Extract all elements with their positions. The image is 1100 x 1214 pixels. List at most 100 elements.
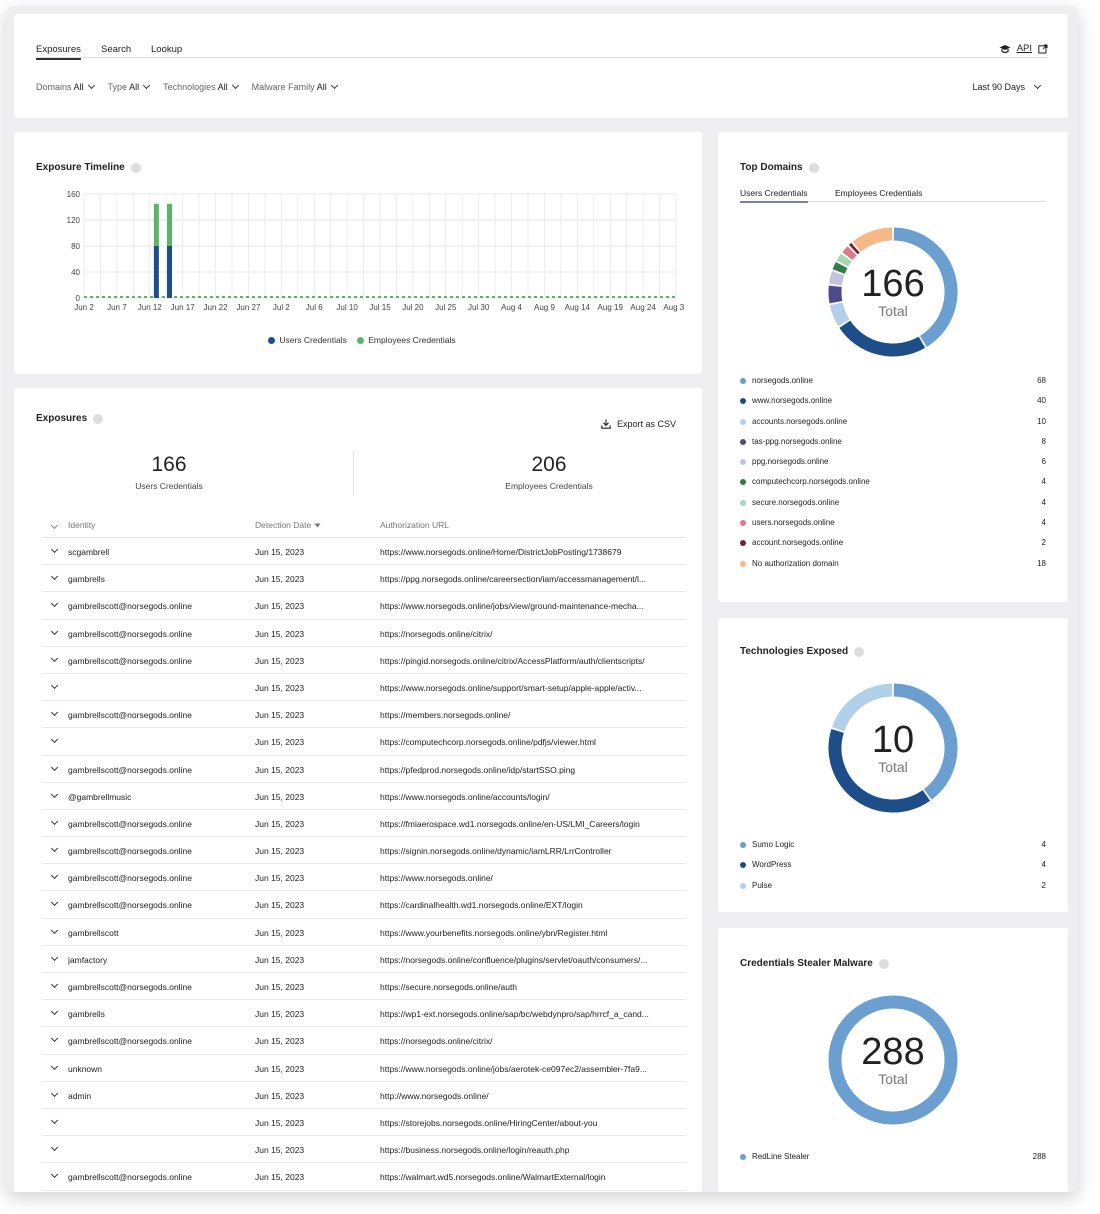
donut-slice[interactable] bbox=[828, 285, 843, 304]
expand-all-chevron-icon[interactable] bbox=[50, 521, 59, 530]
cell-authorization-url[interactable]: https://www.norsegods.online/accounts/lo… bbox=[380, 792, 686, 802]
table-row[interactable]: gambrells Jun 15, 2023 https://wp1-ext.nor… bbox=[42, 1000, 686, 1028]
donut-slice[interactable] bbox=[829, 271, 845, 286]
expand-row-chevron-icon[interactable] bbox=[50, 953, 59, 961]
legend-item[interactable]: tas-ppg.norsegods.online 8 bbox=[740, 435, 1046, 455]
expand-row-chevron-icon[interactable] bbox=[50, 980, 59, 989]
table-row[interactable]: gambrellscott@norsegods.online Jun 15, 20… bbox=[42, 1163, 686, 1191]
cell-authorization-url[interactable]: https://signin.norsegods.online/dynamic/… bbox=[380, 846, 686, 856]
expand-row-chevron-icon[interactable] bbox=[50, 654, 59, 662]
help-icon[interactable] bbox=[854, 646, 865, 657]
filter-domains[interactable]: Domains All bbox=[36, 81, 95, 92]
timeline-bar-employees[interactable] bbox=[153, 203, 159, 246]
filter-technologies[interactable]: Technologies All bbox=[163, 81, 239, 92]
cell-authorization-url[interactable]: https://www.norsegods.online/ bbox=[380, 873, 686, 883]
cell-authorization-url[interactable]: https://www.norsegods.online/support/sma… bbox=[380, 683, 686, 693]
expand-row-chevron-icon[interactable] bbox=[50, 1062, 59, 1070]
table-row[interactable]: gambrellscott@norsegods.online Jun 15, 20… bbox=[42, 810, 686, 838]
tab-exposures[interactable]: Exposures bbox=[36, 44, 81, 60]
donut-slice[interactable] bbox=[852, 227, 893, 252]
table-row[interactable]: Jun 15, 2023 https://storejobs.norsegods.… bbox=[42, 1109, 686, 1137]
cell-authorization-url[interactable]: https://wp1-ext.norsegods.online/sap/bc/… bbox=[380, 1009, 686, 1019]
table-row[interactable]: gambrellscott@norsegods.online Jun 15, 20… bbox=[42, 647, 686, 674]
cell-authorization-url[interactable]: https://members.norsegods.online/ bbox=[380, 710, 686, 720]
donut-slice[interactable] bbox=[842, 246, 857, 261]
external-link-icon[interactable] bbox=[1038, 44, 1048, 54]
expand-row-chevron-icon[interactable] bbox=[50, 1089, 59, 1097]
table-row[interactable]: Jun 15, 2023 https://computechcorp.norseg… bbox=[42, 728, 686, 756]
legend-item[interactable]: RedLine Stealer 288 bbox=[740, 1150, 1046, 1170]
donut-slice[interactable] bbox=[832, 262, 848, 274]
expand-row-chevron-icon[interactable] bbox=[50, 790, 59, 798]
graduation-cap-icon[interactable] bbox=[999, 44, 1011, 54]
tab-lookup[interactable]: Lookup bbox=[151, 44, 182, 55]
expand-row-chevron-icon[interactable] bbox=[50, 600, 59, 608]
api-link[interactable]: API bbox=[1017, 43, 1032, 54]
cell-authorization-url[interactable]: https://www.norsegods.online/Home/Distri… bbox=[380, 547, 686, 557]
legend-item[interactable]: Sumo Logic 4 bbox=[740, 838, 1046, 858]
help-icon[interactable] bbox=[93, 413, 104, 424]
cell-authorization-url[interactable]: https://pingid.norsegods.online/citrix/A… bbox=[380, 656, 686, 666]
legend-item[interactable]: norsegods.online 68 bbox=[740, 374, 1046, 394]
donut-slice[interactable] bbox=[839, 320, 926, 357]
table-row[interactable]: admin Jun 15, 2023 http://www.norsegods.on… bbox=[42, 1082, 686, 1109]
legend-item[interactable]: Pulse 2 bbox=[740, 879, 1046, 899]
legend-item[interactable]: No authorization domain 18 bbox=[740, 557, 1046, 577]
cell-authorization-url[interactable]: https://ppg.norsegods.online/careersecti… bbox=[380, 574, 686, 584]
table-row[interactable]: gambrellscott@norsegods.online Jun 15, 20… bbox=[42, 837, 686, 865]
expand-row-chevron-icon[interactable] bbox=[50, 1144, 59, 1152]
cell-authorization-url[interactable]: https://secure.norsegods.online/auth bbox=[380, 982, 686, 992]
expand-row-chevron-icon[interactable] bbox=[50, 1171, 59, 1179]
tab-users-credentials[interactable]: Users Credentials bbox=[740, 188, 808, 203]
expand-row-chevron-icon[interactable] bbox=[50, 763, 59, 771]
table-row[interactable]: unknown Jun 15, 2023 https://www.norsegods… bbox=[42, 1055, 686, 1082]
table-row[interactable]: gambrells Jun 15, 2023 https://ppg.norsego… bbox=[42, 565, 686, 593]
cell-authorization-url[interactable]: https://www.norsegods.online/jobs/view/g… bbox=[380, 601, 686, 611]
cell-authorization-url[interactable]: https://cardinalhealth.wd1.norsegods.onl… bbox=[380, 900, 686, 910]
column-detection-date[interactable]: Detection Date bbox=[255, 520, 321, 530]
column-identity[interactable]: Identity bbox=[68, 520, 95, 530]
legend-item[interactable]: secure.norsegods.online 4 bbox=[740, 496, 1046, 516]
table-row[interactable]: @gambrellmusic Jun 15, 2023 https://www.no… bbox=[42, 783, 686, 810]
tab-employees-credentials[interactable]: Employees Credentials bbox=[835, 188, 922, 198]
date-range-select[interactable]: Last 90 Days bbox=[972, 81, 1042, 92]
filter-type[interactable]: Type All bbox=[108, 81, 151, 92]
table-row[interactable]: gambrellscott Jun 15, 2023 https://www.you… bbox=[42, 919, 686, 946]
help-icon[interactable] bbox=[130, 162, 141, 173]
tab-search[interactable]: Search bbox=[101, 44, 131, 55]
donut-slice[interactable] bbox=[836, 253, 852, 267]
expand-row-chevron-icon[interactable] bbox=[50, 845, 59, 853]
table-row[interactable]: gambrellscott@norsegods.online Jun 15, 20… bbox=[42, 701, 686, 729]
expand-row-chevron-icon[interactable] bbox=[50, 1035, 59, 1043]
filter-malware-family[interactable]: Malware Family All bbox=[252, 81, 338, 92]
table-row[interactable]: jamfactory Jun 15, 2023 https://norsegods.… bbox=[42, 946, 686, 973]
table-row[interactable]: gambrellscott@norsegods.online Jun 15, 20… bbox=[42, 891, 686, 919]
table-row[interactable]: gambrellscott@norsegods.online Jun 15, 20… bbox=[42, 973, 686, 1001]
legend-item[interactable]: computechcorp.norsegods.online 4 bbox=[740, 475, 1046, 495]
table-row[interactable]: scgambrell Jun 15, 2023 https://www.norseg… bbox=[42, 538, 686, 566]
cell-authorization-url[interactable]: https://computechcorp.norsegods.online/p… bbox=[380, 737, 686, 747]
expand-row-chevron-icon[interactable] bbox=[50, 1116, 59, 1124]
expand-row-chevron-icon[interactable] bbox=[50, 872, 59, 880]
expand-row-chevron-icon[interactable] bbox=[50, 627, 59, 635]
legend-item[interactable]: ppg.norsegods.online 6 bbox=[740, 455, 1046, 475]
timeline-bar-employees[interactable] bbox=[167, 203, 173, 246]
table-row[interactable]: Jun 15, 2023 https://www.norsegods.online… bbox=[42, 674, 686, 702]
cell-authorization-url[interactable]: https://norsegods.online/confluence/plug… bbox=[380, 955, 686, 965]
table-row[interactable]: gambrellscott@norsegods.online Jun 15, 20… bbox=[42, 1027, 686, 1055]
cell-authorization-url[interactable]: https://www.yourbenefits.norsegods.onlin… bbox=[380, 928, 686, 938]
table-row[interactable]: Jun 15, 2023 https://business.norsegods.o… bbox=[42, 1136, 686, 1164]
expand-row-chevron-icon[interactable] bbox=[50, 545, 59, 554]
table-row[interactable]: gambrellscott@norsegods.online Jun 15, 20… bbox=[42, 592, 686, 620]
table-row[interactable]: gambrellscott@norsegods.online Jun 15, 20… bbox=[42, 620, 686, 647]
timeline-bar-users[interactable] bbox=[167, 246, 173, 298]
expand-row-chevron-icon[interactable] bbox=[50, 926, 59, 934]
legend-item[interactable]: account.norsegods.online 2 bbox=[740, 536, 1046, 556]
column-authorization-url[interactable]: Authorization URL bbox=[380, 520, 449, 530]
expand-row-chevron-icon[interactable] bbox=[50, 573, 59, 581]
expand-row-chevron-icon[interactable] bbox=[50, 736, 59, 744]
legend-item[interactable]: accounts.norsegods.online 10 bbox=[740, 415, 1046, 435]
expand-row-chevron-icon[interactable] bbox=[50, 1008, 59, 1016]
legend-item[interactable]: WordPress 4 bbox=[740, 858, 1046, 878]
expand-row-chevron-icon[interactable] bbox=[50, 681, 59, 689]
